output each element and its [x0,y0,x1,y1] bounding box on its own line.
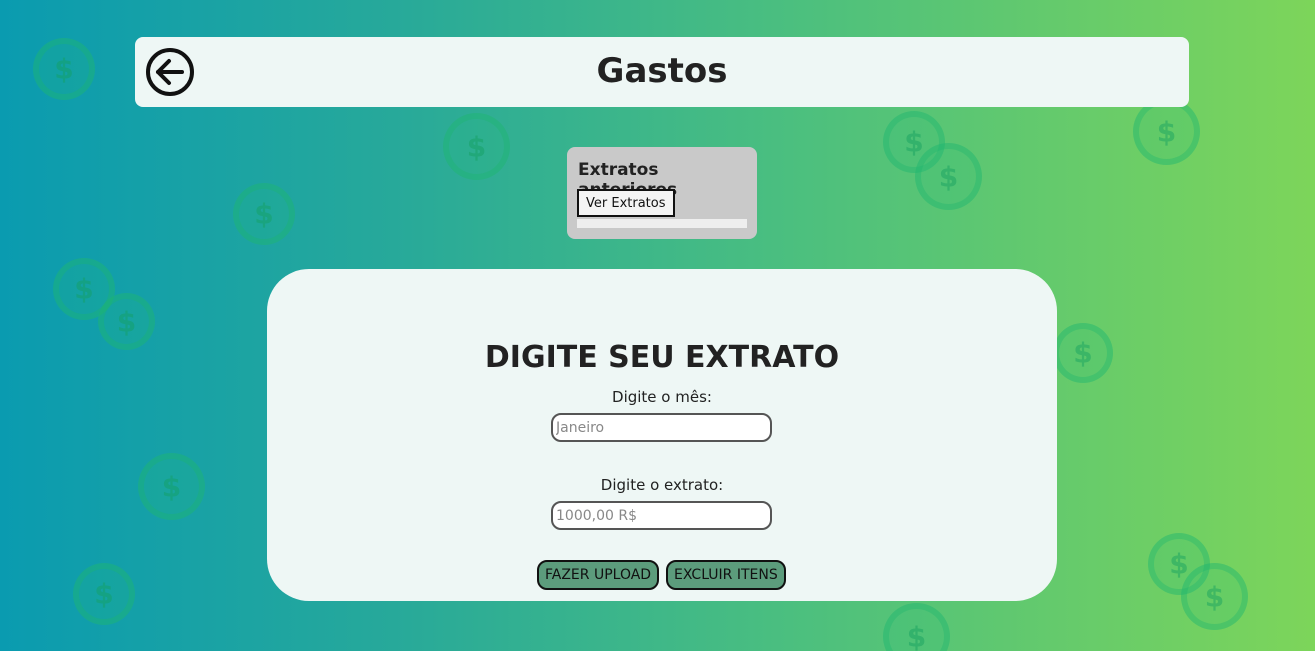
statement-input[interactable] [551,501,772,530]
form-title: DIGITE SEU EXTRATO [484,340,840,375]
dollar-coin-icon [883,603,950,651]
dollar-coin-icon [915,143,982,210]
month-label: Digite o mês: [612,388,712,406]
dollar-coin-icon [73,563,135,625]
page-header: Gastos [135,37,1189,107]
dollar-coin-icon [233,183,295,245]
delete-items-button[interactable]: EXCLUIR ITENS [666,560,786,590]
dollar-coin-icon [98,293,155,350]
dollar-coin-icon [138,453,205,520]
statement-label: Digite o extrato: [600,476,724,494]
page-title: Gastos [596,51,728,91]
statement-form-card: DIGITE SEU EXTRATO Digite o mês: Digite … [267,269,1057,601]
dollar-coin-icon [443,113,510,180]
month-input[interactable] [551,413,772,442]
previous-statements-panel: Extratos anteriores Ver Extratos [567,147,757,239]
dollar-coin-icon [1181,563,1248,630]
dollar-coin-icon [1053,323,1113,383]
upload-button[interactable]: FAZER UPLOAD [537,560,660,590]
view-statements-button[interactable]: Ver Extratos [577,189,675,217]
dollar-coin-icon [1133,98,1200,165]
statements-list [577,219,747,228]
dollar-coin-icon [33,38,95,100]
